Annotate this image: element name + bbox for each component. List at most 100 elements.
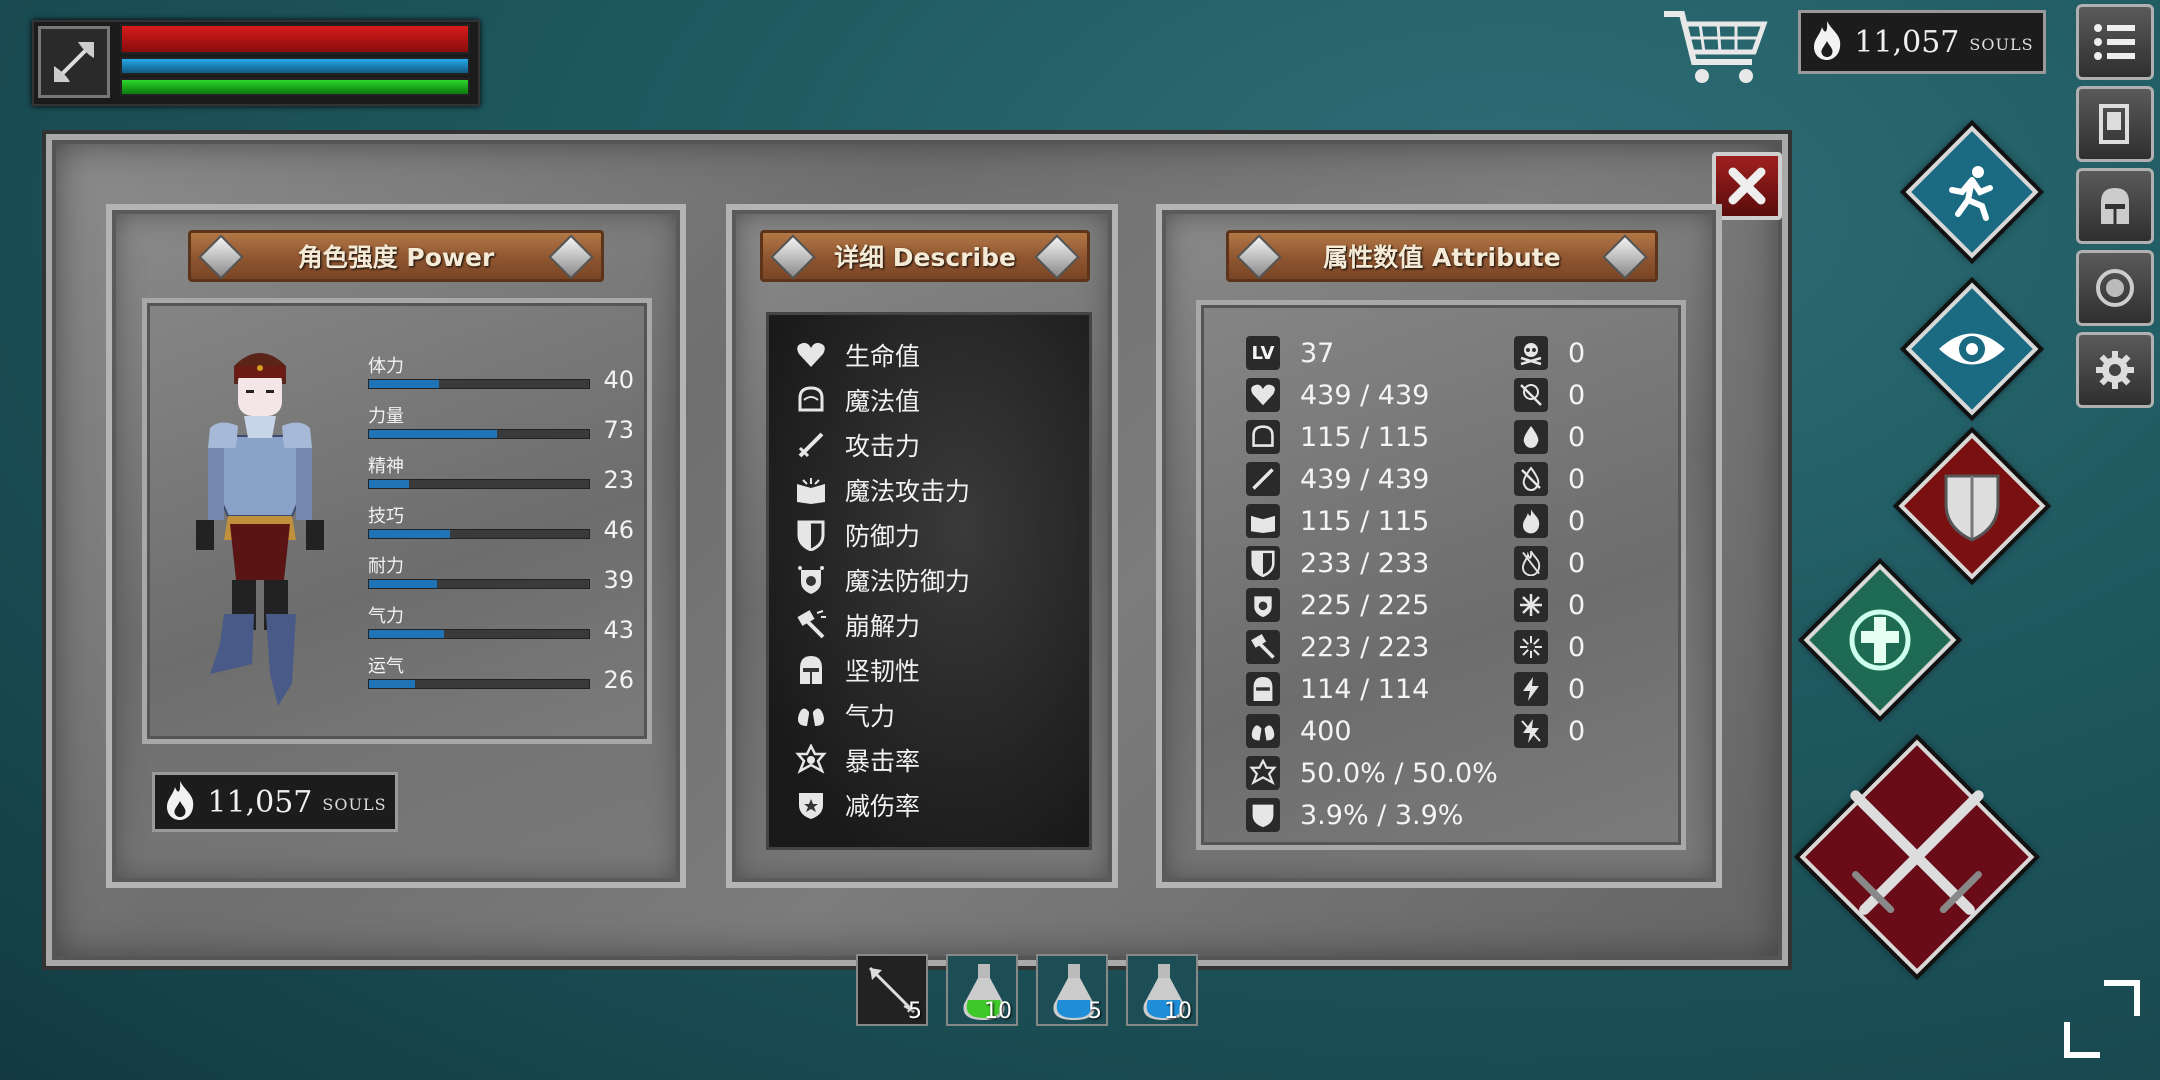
attr-row: 0 [1514, 417, 1585, 457]
attr-value: 400 [1300, 715, 1352, 747]
souls-amount: 11,057 [207, 784, 313, 820]
stat-name: 技巧 [368, 506, 404, 527]
attr-value: 3.9% / 3.9% [1300, 799, 1464, 831]
attr-value: 0 [1568, 463, 1586, 495]
hammer-break-icon [1246, 630, 1280, 664]
attr-row: 0 [1514, 375, 1585, 415]
stat-fill [369, 630, 444, 638]
gem-decoration [1034, 234, 1080, 280]
attr-value: 0 [1568, 589, 1586, 621]
helmet-icon[interactable] [2076, 168, 2154, 244]
attr-value: 115 / 115 [1300, 421, 1430, 453]
list-menu-icon[interactable] [2076, 4, 2154, 80]
attr-value: 0 [1568, 421, 1586, 453]
defend-button[interactable] [1898, 432, 2046, 580]
stat-row: 精神 23 [368, 452, 638, 502]
running-man-icon [1929, 149, 2015, 235]
lightning-resist-icon [1514, 714, 1548, 748]
attack-button[interactable] [1799, 739, 2035, 975]
attr-row: 50.0% / 50.0% [1246, 753, 1498, 793]
critical-star-icon [1246, 756, 1280, 790]
spellbook-icon [1246, 504, 1280, 538]
inventory-card-icon[interactable] [2076, 86, 2154, 162]
souls-counter-panel: 11,057 SOULS [152, 772, 398, 832]
shield-icon [1924, 458, 2020, 554]
souls-label: SOULS [322, 794, 387, 814]
stat-fill [369, 480, 409, 488]
sword-icon [1246, 462, 1280, 496]
settings-gear-icon[interactable] [2076, 332, 2154, 408]
attr-value: 0 [1568, 379, 1586, 411]
fire-resist-icon [1514, 546, 1548, 580]
level-badge: LV [1251, 342, 1275, 364]
attr-row: 0 [1514, 585, 1585, 625]
observe-button[interactable] [1905, 282, 2039, 416]
stat-track [368, 529, 590, 539]
stat-value: 39 [603, 566, 634, 594]
quick-slot[interactable]: 10 [1126, 954, 1198, 1026]
stat-name: 体力 [368, 356, 404, 377]
attr-value: 0 [1568, 631, 1586, 663]
attr-value: 37 [1300, 337, 1335, 369]
attr-row: 225 / 225 [1246, 585, 1429, 625]
souls-label: SOULS [1969, 34, 2034, 54]
crossed-swords-icon [1838, 778, 1996, 936]
lungs-icon [1246, 714, 1280, 748]
list-item: 魔法防御力 [793, 560, 970, 600]
attr-value: 233 / 233 [1300, 547, 1430, 579]
lightning-icon [1514, 672, 1548, 706]
stat-name: 精神 [368, 456, 404, 477]
attr-row: 115 / 115 [1246, 417, 1429, 457]
attr-value: 0 [1568, 505, 1586, 537]
stat-row: 体力 40 [368, 352, 638, 402]
attr-row: 439 / 439 [1246, 459, 1429, 499]
list-item: 气力 [793, 695, 895, 735]
attr-value: 0 [1568, 715, 1586, 747]
stat-row: 力量 73 [368, 402, 638, 452]
battle-axe-icon[interactable] [38, 26, 110, 98]
eye-icon [1929, 306, 2015, 392]
slot-count: 5 [1088, 999, 1102, 1024]
heal-skill-button[interactable] [1803, 563, 1957, 717]
heart-icon [1246, 378, 1280, 412]
list-item-label: 气力 [845, 702, 896, 731]
stat-row: 气力 43 [368, 602, 638, 652]
quick-slot[interactable]: 5 [856, 954, 928, 1026]
stamina-bar [120, 78, 470, 96]
attr-value: 223 / 223 [1300, 631, 1430, 663]
stat-name: 耐力 [368, 556, 404, 577]
sprint-button[interactable] [1905, 125, 2039, 259]
sword-icon [793, 427, 829, 463]
describe-title-plaque: 详细 Describe [760, 230, 1090, 282]
brain-icon [1246, 420, 1280, 454]
stat-value: 46 [603, 516, 634, 544]
attr-row: 0 [1514, 627, 1585, 667]
level-icon: LV [1246, 336, 1280, 370]
slot-count: 10 [1164, 999, 1192, 1024]
critical-star-icon [793, 742, 829, 778]
attr-row: 0 [1514, 501, 1585, 541]
flame-icon [1810, 19, 1844, 65]
expand-corner-icon[interactable] [2104, 980, 2140, 1016]
damage-reduce-icon [1246, 798, 1280, 832]
shop-cart-icon[interactable] [1660, 4, 1770, 90]
stat-fill [369, 380, 440, 388]
stat-row: 耐力 39 [368, 552, 638, 602]
frost-resist-icon [1514, 630, 1548, 664]
list-item: 生命值 [793, 335, 920, 375]
stat-track [368, 629, 590, 639]
fire-icon [1514, 504, 1548, 538]
power-title: 角色强度 Power [297, 243, 495, 272]
quick-slot[interactable]: 5 [1036, 954, 1108, 1026]
attr-value: 439 / 439 [1300, 463, 1430, 495]
attr-row: 0 [1514, 543, 1585, 583]
magic-shield-icon [1246, 588, 1280, 622]
quick-slot[interactable]: 10 [946, 954, 1018, 1026]
list-item-label: 暴击率 [845, 747, 921, 776]
close-button[interactable] [1712, 152, 1782, 220]
attr-row: 439 / 439 [1246, 375, 1429, 415]
emblem-icon[interactable] [2076, 250, 2154, 326]
stat-value: 26 [603, 666, 634, 694]
collapse-corner-icon[interactable] [2064, 1022, 2100, 1058]
list-item-label: 生命值 [845, 342, 921, 371]
